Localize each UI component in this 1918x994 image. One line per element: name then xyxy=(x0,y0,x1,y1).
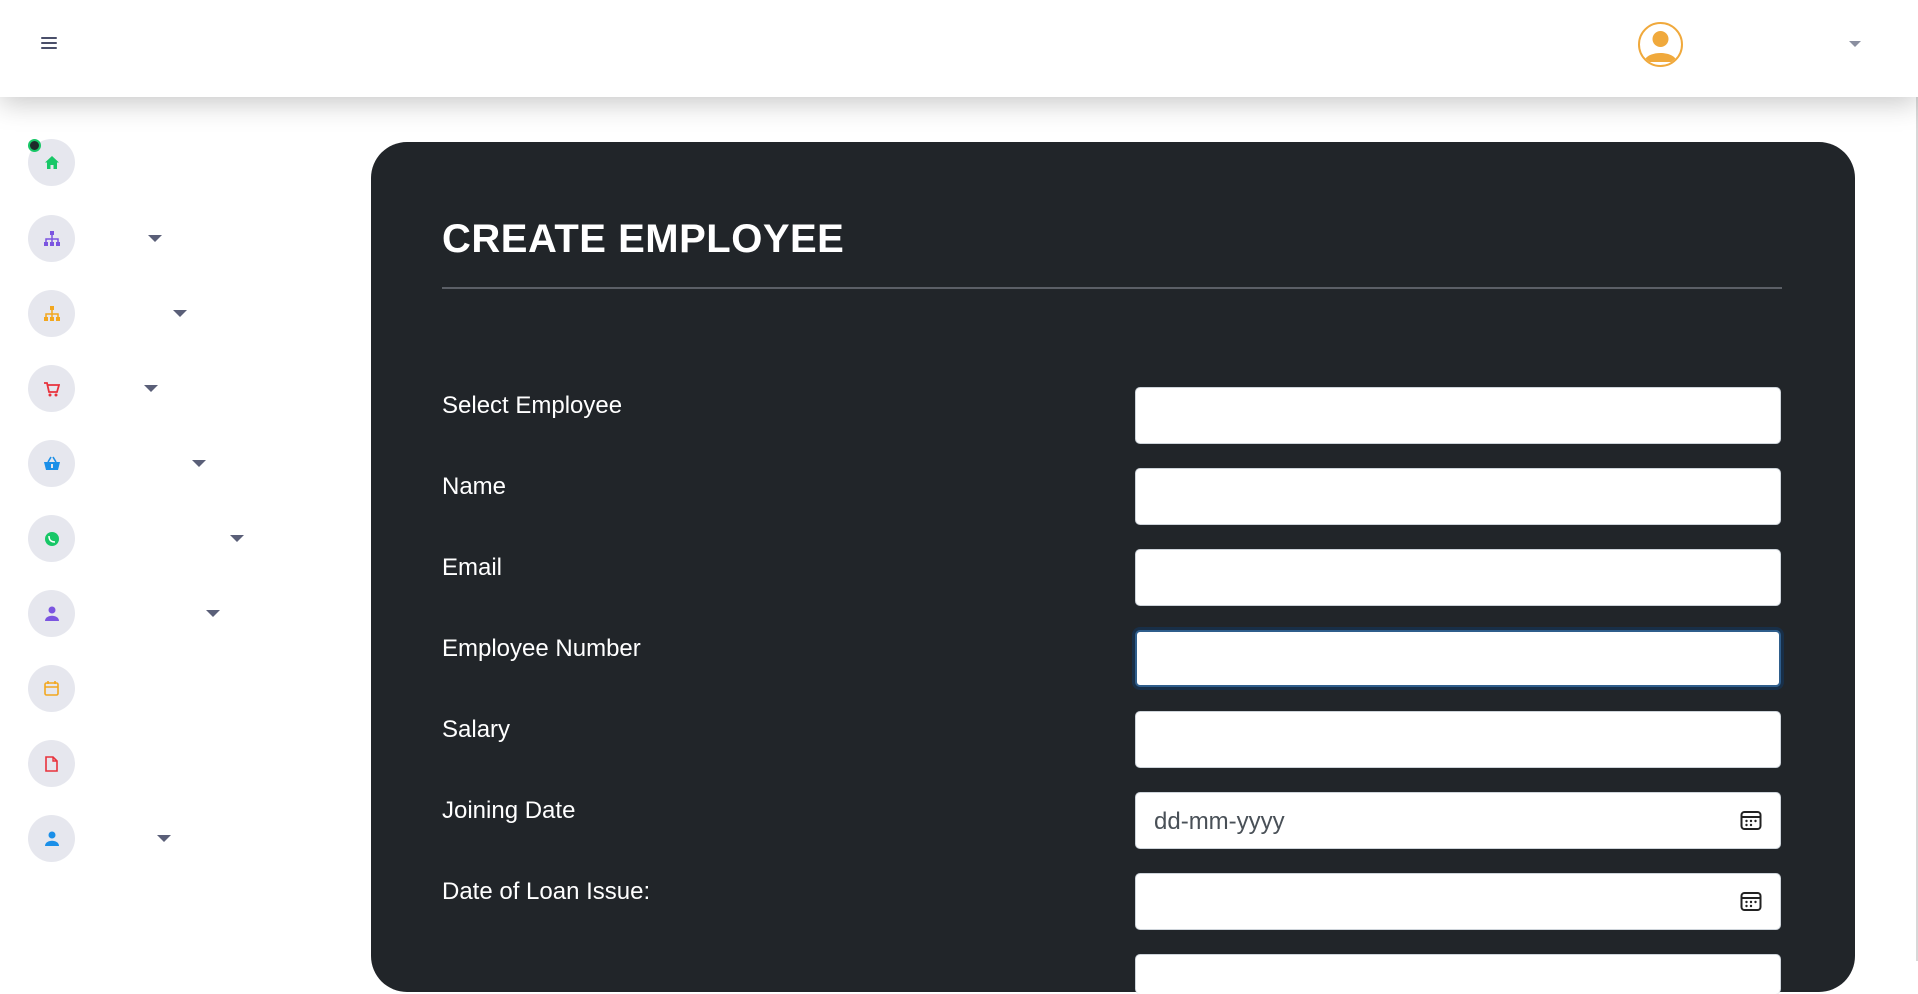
sidebar-item-4[interactable] xyxy=(28,365,268,415)
salary-field[interactable] xyxy=(1135,711,1781,768)
top-navbar xyxy=(0,0,1918,97)
user-avatar-icon[interactable] xyxy=(1638,22,1683,67)
page-title: CREATE EMPLOYEE xyxy=(442,217,845,261)
loan-issue-date-label: Date of Loan Issue: xyxy=(442,878,651,905)
caret-down-icon[interactable] xyxy=(1849,41,1861,47)
sidebar-item-home[interactable] xyxy=(28,139,268,189)
title-divider xyxy=(442,287,1782,289)
user-icon xyxy=(28,815,75,862)
sitemap-icon xyxy=(28,215,75,262)
create-employee-card: CREATE EMPLOYEE Select Employee Name Ema… xyxy=(371,142,1855,994)
select-employee-field[interactable] xyxy=(1135,387,1781,444)
select-employee-label: Select Employee xyxy=(442,392,623,419)
hamburger-icon[interactable] xyxy=(41,37,59,51)
caret-down-icon xyxy=(144,385,158,392)
caret-down-icon xyxy=(230,535,244,542)
sidebar-item-2[interactable] xyxy=(28,215,268,265)
name-field[interactable] xyxy=(1135,468,1781,525)
sidebar-item-3[interactable] xyxy=(28,290,268,340)
caret-down-icon xyxy=(206,610,220,617)
user-icon xyxy=(28,590,75,637)
email-label: Email xyxy=(442,554,503,581)
sidebar-item-8[interactable] xyxy=(28,665,268,715)
calendar-icon xyxy=(28,665,75,712)
basket-icon xyxy=(28,440,75,487)
file-icon xyxy=(28,740,75,787)
joining-date-label: Joining Date xyxy=(442,797,576,824)
sidebar-item-10[interactable] xyxy=(28,815,268,865)
joining-date-placeholder: dd-mm-yyyy xyxy=(1154,808,1285,835)
caret-down-icon xyxy=(173,310,187,317)
salary-label: Salary xyxy=(442,716,511,743)
next-field-partial[interactable] xyxy=(1135,954,1781,994)
name-label: Name xyxy=(442,473,507,500)
joining-date-field[interactable]: dd-mm-yyyy xyxy=(1135,792,1781,849)
sidebar-item-6[interactable] xyxy=(28,515,268,565)
sidebar-item-9[interactable] xyxy=(28,740,268,790)
status-dot xyxy=(28,139,41,152)
sidebar-item-5[interactable] xyxy=(28,440,268,490)
sitemap-icon xyxy=(28,290,75,337)
caret-down-icon xyxy=(148,235,162,242)
calendar-icon[interactable] xyxy=(1740,809,1762,838)
caret-down-icon xyxy=(192,460,206,467)
whatsapp-icon xyxy=(28,515,75,562)
email-field[interactable] xyxy=(1135,549,1781,606)
sidebar xyxy=(0,97,300,961)
employee-number-field[interactable] xyxy=(1135,630,1781,687)
cart-icon xyxy=(28,365,75,412)
calendar-icon[interactable] xyxy=(1740,890,1762,919)
sidebar-item-7[interactable] xyxy=(28,590,268,640)
employee-number-label: Employee Number xyxy=(442,635,641,662)
loan-issue-date-field[interactable] xyxy=(1135,873,1781,930)
caret-down-icon xyxy=(157,835,171,842)
